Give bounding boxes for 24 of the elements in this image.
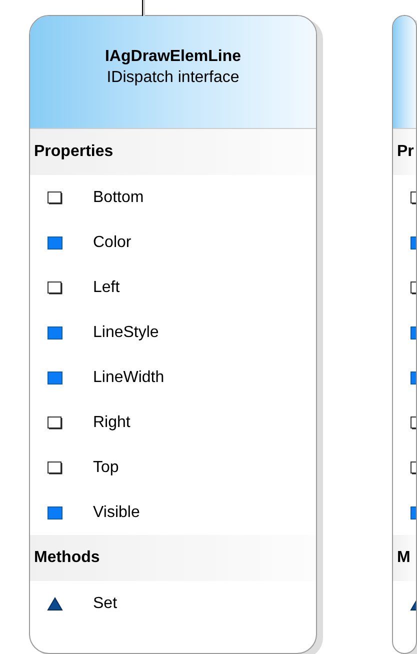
member-label: Left [93,278,120,298]
member-label: Right [93,412,130,432]
filled-square-icon [47,326,63,340]
empty-square-icon [47,416,63,430]
empty-square-icon [47,460,63,474]
member-label: Set [93,594,118,614]
section-header: Properties [30,129,316,175]
section-header: Methods [30,535,316,581]
empty-square-icon [47,280,63,294]
filled-square-icon [47,236,63,250]
filled-square-icon [47,506,63,520]
section-header: Pr [393,129,416,175]
member-label: Color [93,232,132,252]
member-label: LineWidth [93,368,164,388]
member-label: Visible [93,502,140,522]
member-label: Bottom [93,188,144,208]
empty-square-icon [47,190,63,204]
triangle-icon [47,596,63,610]
interface-title: IAgDrawElemLine [104,47,242,67]
filled-square-icon [47,370,63,384]
interface-subtitle: IDispatch interface [106,68,240,88]
member-label: LineStyle [93,322,159,342]
section-header: M [393,535,416,581]
member-label: Top [93,458,119,478]
